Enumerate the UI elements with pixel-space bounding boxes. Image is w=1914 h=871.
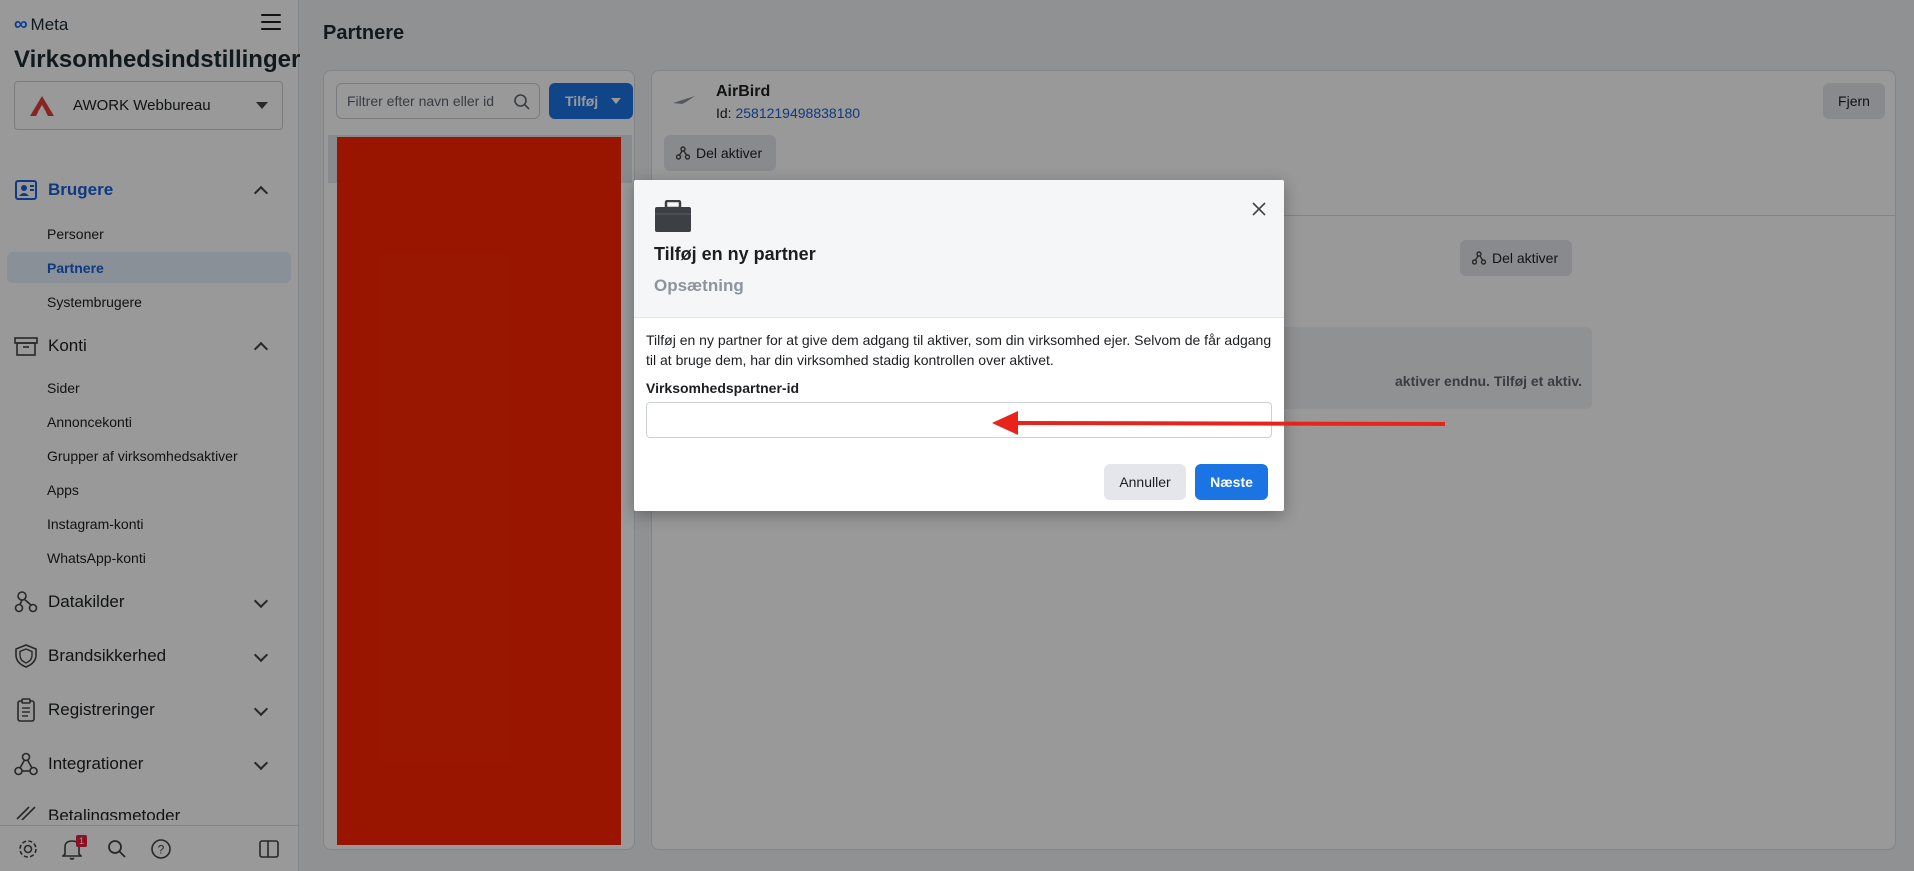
cancel-button[interactable]: Annuller: [1104, 464, 1186, 500]
dialog-title: Tilføj en ny partner: [654, 244, 816, 264]
dialog-subtitle: Opsætning: [654, 276, 744, 295]
partner-id-field-label: Virksomhedspartner-id: [646, 380, 800, 396]
close-icon[interactable]: [1250, 200, 1268, 218]
add-partner-dialog: Tilføj en ny partner Opsætning Tilføj en…: [634, 180, 1284, 511]
next-button[interactable]: Næste: [1195, 464, 1268, 500]
annotation-arrow: [992, 411, 1446, 435]
dialog-header: Tilføj en ny partner Opsætning: [634, 180, 1284, 318]
dialog-description: Tilføj en ny partner for at give dem adg…: [646, 332, 1272, 368]
briefcase-icon: [655, 200, 691, 232]
